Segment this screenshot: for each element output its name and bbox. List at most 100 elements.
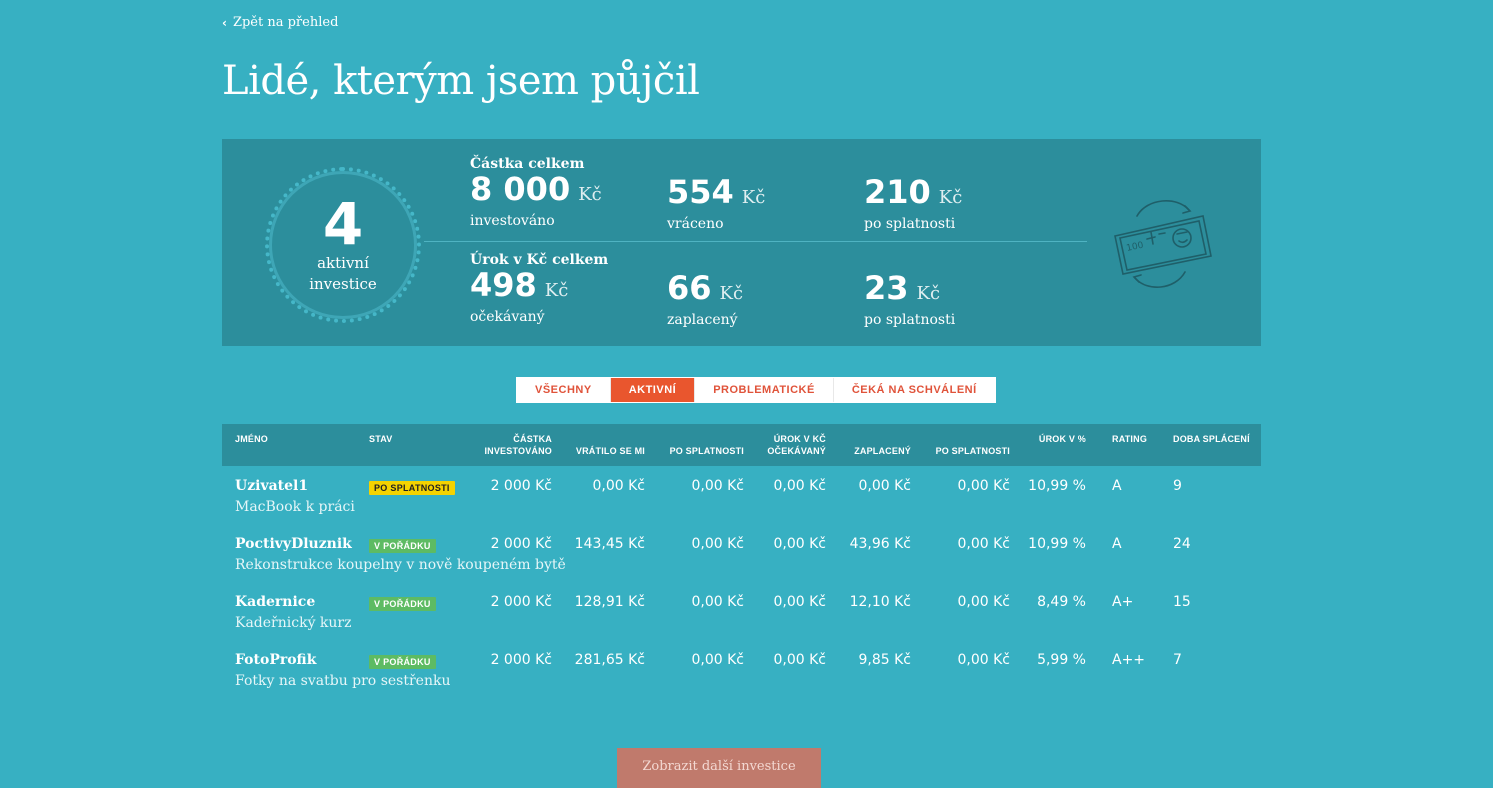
- col-interest-expected-line1: ÚROK V KČ: [773, 434, 826, 444]
- cell-rate: 5,99 %: [1037, 652, 1086, 668]
- summary-panel: 4 aktivní investice Částka celkem 8 000 K…: [222, 139, 1261, 346]
- interest-paid: 66 Kč zaplacený: [667, 271, 743, 329]
- active-label-2: investice: [309, 275, 377, 293]
- cell-interest-expected: 0,00 Kč: [773, 478, 827, 494]
- active-investments-badge: 4 aktivní investice: [265, 167, 421, 323]
- tab-problematic[interactable]: PROBLEMATICKÉ: [695, 378, 834, 402]
- amount-overdue-value: 210: [864, 173, 931, 211]
- cell-rating: A: [1112, 536, 1122, 552]
- cell-returned: 0,00 Kč: [592, 478, 646, 494]
- cell-invested: 2 000 Kč: [490, 594, 552, 610]
- amount-returned: 554 Kč vráceno: [667, 175, 765, 233]
- cell-rating: A++: [1112, 652, 1146, 668]
- cell-term: 7: [1173, 652, 1182, 668]
- active-count: 4: [322, 190, 364, 258]
- amount-returned-label: vráceno: [667, 216, 724, 232]
- cell-rate: 10,99 %: [1028, 536, 1086, 552]
- cell-overdue: 0,00 Kč: [691, 536, 745, 552]
- amount-overdue: 210 Kč po splatnosti: [864, 175, 962, 233]
- amount-overdue-label: po splatnosti: [864, 216, 956, 232]
- interest-expected-label: očekávaný: [470, 309, 545, 325]
- cell-interest-overdue: 0,00 Kč: [957, 594, 1011, 610]
- cell-term: 15: [1173, 594, 1191, 610]
- cell-returned: 128,91 Kč: [574, 594, 645, 610]
- col-name[interactable]: JMÉNO: [235, 433, 268, 445]
- back-link-label: Zpět na přehled: [232, 15, 339, 30]
- col-status[interactable]: STAV: [369, 433, 392, 445]
- cell-interest-expected: 0,00 Kč: [773, 536, 827, 552]
- loan-description: MacBook k práci: [235, 499, 355, 515]
- col-invested[interactable]: ČÁSTKA INVESTOVÁNO: [470, 433, 552, 457]
- amount-returned-value: 554: [667, 173, 734, 211]
- cell-rate: 10,99 %: [1028, 478, 1086, 494]
- col-invested-line1: ČÁSTKA: [513, 434, 552, 444]
- cell-interest-paid: 9,85 Kč: [858, 652, 912, 668]
- cell-returned: 143,45 Kč: [574, 536, 645, 552]
- amount-invested-value: 8 000: [470, 170, 571, 208]
- cell-overdue: 0,00 Kč: [691, 478, 745, 494]
- cell-overdue: 0,00 Kč: [691, 594, 745, 610]
- tab-active[interactable]: AKTIVNÍ: [610, 378, 696, 402]
- back-link[interactable]: ‹ Zpět na přehled: [222, 15, 338, 30]
- borrower-name[interactable]: Uzivatel1: [235, 478, 308, 494]
- status-badge: V POŘÁDKU: [369, 655, 436, 669]
- cell-term: 24: [1173, 536, 1191, 552]
- summary-divider: [424, 241, 1087, 242]
- cell-invested: 2 000 Kč: [490, 536, 552, 552]
- status-badge: PO SPLATNOSTI: [369, 481, 455, 495]
- status-badge: V POŘÁDKU: [369, 539, 436, 553]
- col-interest-paid[interactable]: ZAPLACENÝ: [826, 445, 911, 457]
- cell-overdue: 0,00 Kč: [691, 652, 745, 668]
- col-term[interactable]: DOBA SPLÁCENÍ: [1173, 433, 1250, 445]
- tab-pending-approval[interactable]: ČEKÁ NA SCHVÁLENÍ: [834, 378, 995, 402]
- col-rating[interactable]: RATING: [1112, 433, 1147, 445]
- interest-expected: Úrok v Kč celkem 498 Kč očekávaný: [470, 252, 608, 326]
- cell-rating: A+: [1112, 594, 1134, 610]
- money-exchange-icon: 100: [1114, 200, 1212, 288]
- filter-tabs: VŠECHNY AKTIVNÍ PROBLEMATICKÉ ČEKÁ NA SC…: [516, 377, 996, 403]
- col-interest-overdue[interactable]: PO SPLATNOSTI: [911, 445, 1010, 457]
- unit-label: Kč: [719, 283, 744, 304]
- unit-label: Kč: [916, 283, 941, 304]
- unit-label: Kč: [544, 280, 569, 301]
- interest-overdue-value: 23: [864, 269, 909, 307]
- cell-rating: A: [1112, 478, 1122, 494]
- col-overdue[interactable]: PO SPLATNOSTI: [645, 445, 744, 457]
- svg-text:100: 100: [1126, 241, 1145, 254]
- amount-invested: Částka celkem 8 000 Kč investováno: [470, 156, 602, 230]
- unit-label: Kč: [741, 187, 766, 208]
- table-row[interactable]: Uzivatel1 MacBook k práci PO SPLATNOSTI 2 0…: [222, 466, 1261, 524]
- active-label-1: aktivní: [317, 254, 369, 272]
- unit-label: Kč: [938, 187, 963, 208]
- show-more-button[interactable]: Zobrazit další investice: [617, 748, 821, 788]
- borrower-name[interactable]: Kadernice: [235, 594, 315, 610]
- interest-overdue-label: po splatnosti: [864, 312, 956, 328]
- cell-invested: 2 000 Kč: [490, 478, 552, 494]
- unit-label: Kč: [578, 184, 602, 205]
- page-title: Lidé, kterým jsem půjčil: [222, 58, 700, 104]
- interest-paid-value: 66: [667, 269, 712, 307]
- interest-overdue: 23 Kč po splatnosti: [864, 271, 955, 329]
- loan-description: Fotky na svatbu pro sestřenku: [235, 673, 451, 689]
- chevron-left-icon: ‹: [222, 15, 227, 30]
- col-returned[interactable]: VRÁTILO SE MI: [552, 445, 645, 457]
- cell-interest-paid: 0,00 Kč: [858, 478, 912, 494]
- table-row[interactable]: Kadernice Kadeřnický kurz V POŘÁDKU 2 000 K…: [222, 582, 1261, 640]
- table-row[interactable]: PoctivyDluznik Rekonstrukce koupelny v no…: [222, 524, 1261, 582]
- col-invested-line2: INVESTOVÁNO: [484, 446, 552, 456]
- status-badge: V POŘÁDKU: [369, 597, 436, 611]
- cell-term: 9: [1173, 478, 1182, 494]
- tab-all[interactable]: VŠECHNY: [517, 378, 611, 402]
- interest-expected-value: 498: [470, 266, 537, 304]
- cell-interest-expected: 0,00 Kč: [773, 594, 827, 610]
- cell-rate: 8,49 %: [1037, 594, 1086, 610]
- col-rate[interactable]: ÚROK V %: [1010, 433, 1086, 445]
- col-interest-expected[interactable]: ÚROK V KČ OČEKÁVANÝ: [744, 433, 826, 457]
- cell-interest-overdue: 0,00 Kč: [957, 478, 1011, 494]
- cell-interest-overdue: 0,00 Kč: [957, 536, 1011, 552]
- borrower-name[interactable]: PoctivyDluznik: [235, 536, 352, 552]
- table-row[interactable]: FotoProfik Fotky na svatbu pro sestřenku V…: [222, 640, 1261, 698]
- cell-interest-expected: 0,00 Kč: [773, 652, 827, 668]
- borrower-name[interactable]: FotoProfik: [235, 652, 316, 668]
- col-interest-expected-line2: OČEKÁVANÝ: [767, 446, 826, 456]
